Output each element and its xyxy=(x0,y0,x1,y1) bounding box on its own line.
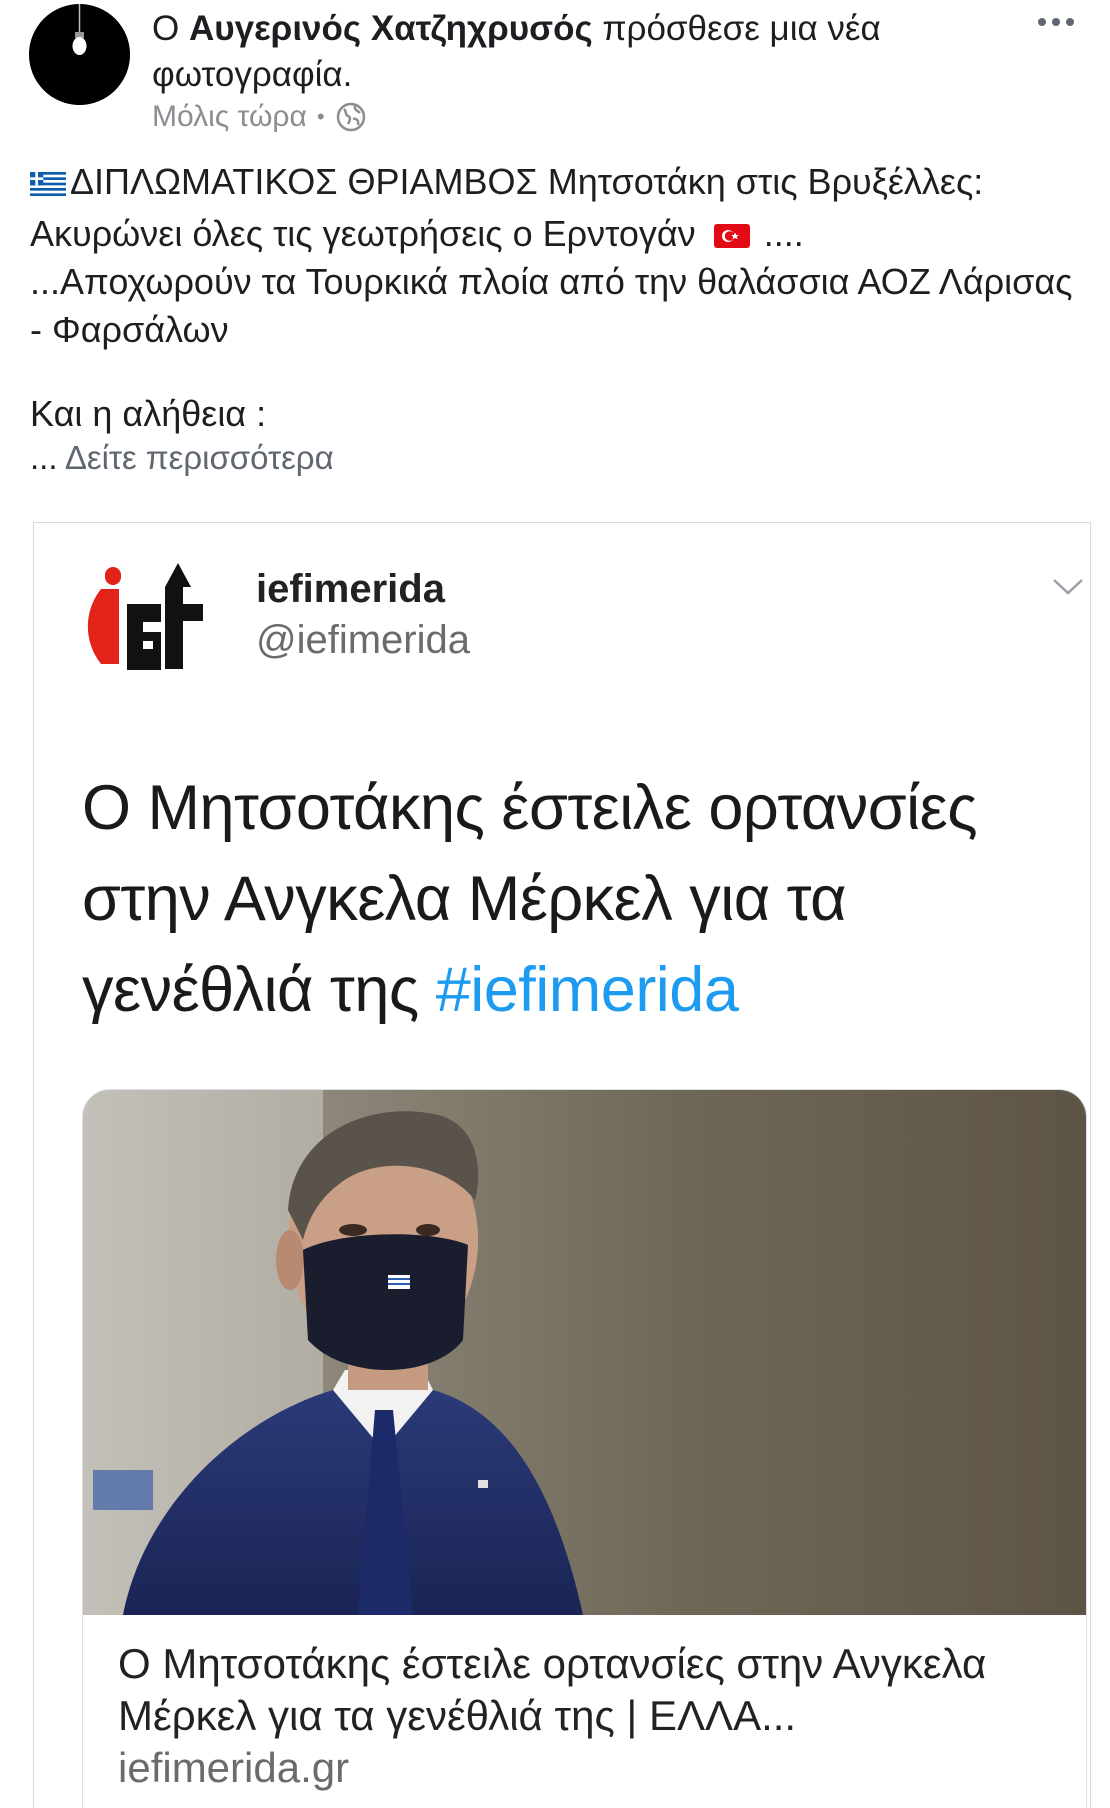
post-text-line: ΔΙΠΛΩΜΑΤΙΚΟΣ ΘΡΙΑΜΒΟΣ Μητσοτάκη στις Βρυ… xyxy=(30,158,1090,206)
author-name[interactable]: Αυγερινός Χατζηχρυσός xyxy=(189,9,593,48)
post-header: Ο Αυγερινός Χατζηχρυσός πρόσθεσε μια νέα… xyxy=(152,6,972,98)
separator-dot: • xyxy=(316,104,325,129)
more-options-icon[interactable] xyxy=(1036,10,1076,34)
post-line-4: Και η αλήθεια : xyxy=(30,393,267,434)
author-prefix: Ο xyxy=(152,9,189,48)
author-avatar[interactable] xyxy=(29,4,130,105)
link-caption: Ο Μητσοτάκης έστειλε ορτανσίες στην Ανγκ… xyxy=(118,1638,1068,1794)
post-line-1: ΔΙΠΛΩΜΑΤΙΚΟΣ ΘΡΙΑΜΒΟΣ Μητσοτάκη στις Βρυ… xyxy=(70,161,984,202)
link-domain: iefimerida.gr xyxy=(118,1744,350,1791)
author-line: Ο Αυγερινός Χατζηχρυσός πρόσθεσε μια νέα… xyxy=(152,6,972,98)
tweet-link-card[interactable]: Ο Μητσοτάκης έστειλε ορτανσίες στην Ανγκ… xyxy=(82,1089,1087,1808)
post-line-2-tail: .... xyxy=(753,213,804,254)
chevron-down-icon[interactable] xyxy=(1048,575,1088,599)
globe-icon[interactable] xyxy=(335,101,367,133)
tweet-handle[interactable]: @iefimerida xyxy=(256,618,470,663)
lightbulb-icon xyxy=(29,4,130,105)
iefimerida-logo xyxy=(80,550,228,698)
see-more-link[interactable]: Δείτε περισσότερα xyxy=(65,439,334,476)
shared-photo-tweet[interactable]: iefimerida @iefimerida Ο Μητσοτάκης έστε… xyxy=(33,522,1091,1808)
post-text-line: Ακυρώνει όλες τις γεωτρήσεις ο Ερντογάν … xyxy=(30,210,1090,258)
post-line-3: ...Αποχωρούν τα Τουρκικά πλοία από την θ… xyxy=(30,261,1073,350)
turkish-flag-icon xyxy=(713,224,750,249)
post-time[interactable]: Μόλις τώρα xyxy=(152,100,307,134)
link-title: Ο Μητσοτάκης έστειλε ορτανσίες στην Ανγκ… xyxy=(118,1640,987,1739)
see-more-line: ... Δείτε περισσότερα xyxy=(30,438,1090,478)
tweet-hashtag[interactable]: #iefimerida xyxy=(436,955,739,1025)
ellipsis: ... xyxy=(30,439,65,476)
post-meta: Μόλις τώρα • xyxy=(152,100,367,134)
post-text: ΔΙΠΛΩΜΑΤΙΚΟΣ ΘΡΙΑΜΒΟΣ Μητσοτάκη στις Βρυ… xyxy=(30,158,1090,478)
greek-flag-icon xyxy=(30,172,66,197)
post-line-2: Ακυρώνει όλες τις γεωτρήσεις ο Ερντογάν xyxy=(30,213,696,254)
tweet-text: Ο Μητσοτάκης έστειλε ορτανσίες στην Ανγκ… xyxy=(82,763,1062,1036)
news-photo xyxy=(83,1090,1086,1615)
tweet-display-name[interactable]: iefimerida xyxy=(256,567,445,612)
